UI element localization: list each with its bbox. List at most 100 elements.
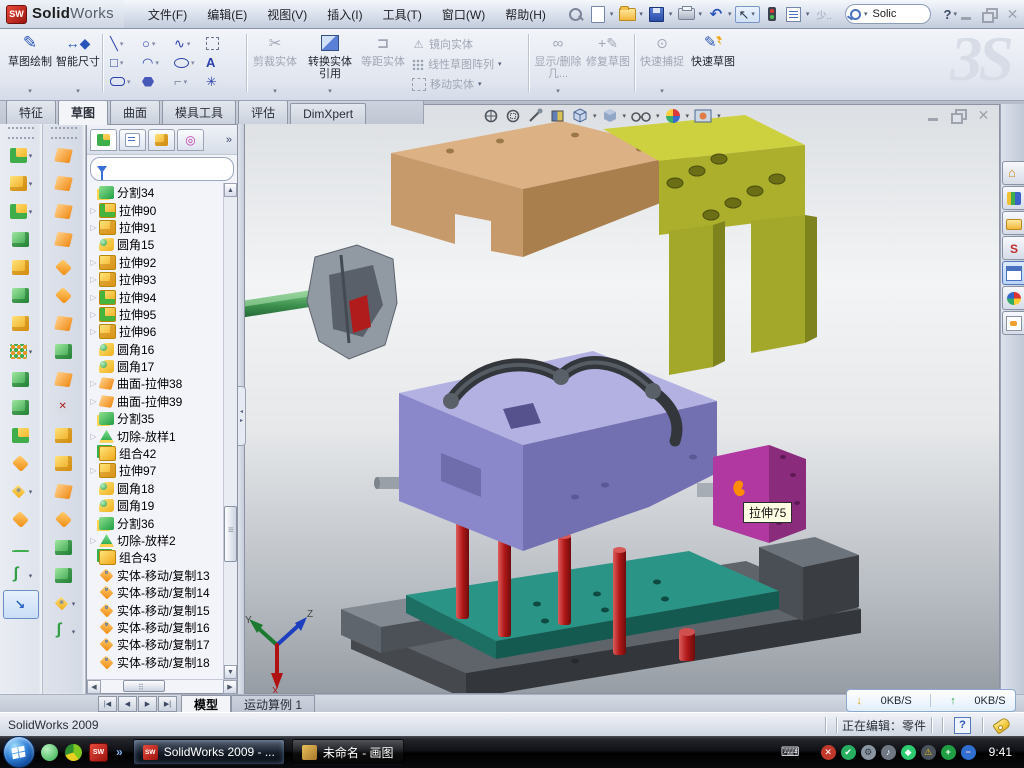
tree-item[interactable]: 圆角17: [87, 358, 223, 375]
taskbar-task-button[interactable]: SW SolidWorks 2009 - ...: [133, 739, 285, 765]
expand-arrow-icon[interactable]: ▷: [89, 223, 98, 232]
new-document-button[interactable]: [588, 4, 608, 24]
task-pane-tab[interactable]: [1002, 236, 1024, 260]
polygon-tool[interactable]: [140, 72, 172, 91]
rectangle-tool[interactable]: □▾: [108, 53, 140, 72]
tree-item[interactable]: 实体-移动/复制18: [87, 654, 223, 671]
arc-tool[interactable]: ◠▾: [140, 53, 172, 72]
expand-arrow-icon[interactable]: ▷: [89, 206, 98, 215]
search-dropdown-icon[interactable]: ▾: [864, 10, 868, 18]
tab-nav-button[interactable]: ▶: [138, 696, 157, 712]
display-delete-relations-button[interactable]: ∞ 显示/删除几...▾: [534, 31, 582, 95]
surface-toolbar-button[interactable]: [47, 450, 81, 477]
slot-tool[interactable]: ▾: [108, 72, 140, 91]
quick-launch-overflow-chevron[interactable]: »: [116, 745, 123, 759]
horizontal-scroll-thumb[interactable]: [123, 680, 165, 692]
new-dropdown-icon[interactable]: ▾: [610, 10, 614, 18]
graphics-viewport[interactable]: Y Z X ▾ ▾ ▾ ▾ ▾ ✕ 拉伸75: [244, 104, 1000, 694]
tray-icon[interactable]: ♪: [881, 745, 896, 760]
minimize-icon[interactable]: [959, 8, 974, 21]
expand-arrow-icon[interactable]: ▷: [89, 432, 98, 441]
surface-toolbar-button[interactable]: [47, 282, 81, 309]
expand-arrow-icon[interactable]: ▷: [89, 310, 98, 319]
rapid-sketch-button[interactable]: 快速草图: [690, 31, 736, 95]
tray-icon[interactable]: −: [961, 745, 976, 760]
surface-toolbar-button[interactable]: [47, 254, 81, 281]
tree-item[interactable]: 组合43: [87, 549, 223, 566]
task-pane-tab[interactable]: [1002, 311, 1024, 335]
feature-toolbar-button[interactable]: ▾: [4, 142, 38, 169]
menu-item[interactable]: 文件(F): [138, 1, 197, 28]
tree-item[interactable]: 圆角19: [87, 497, 223, 514]
command-tab[interactable]: 模具工具: [162, 100, 236, 124]
help-button[interactable]: ?: [943, 7, 951, 22]
trim-entities-button[interactable]: ✂ 剪裁实体▾: [252, 31, 298, 95]
search-input[interactable]: Solic: [872, 8, 922, 20]
feature-toolbar-button[interactable]: [4, 534, 38, 561]
surface-toolbar-button[interactable]: [47, 422, 81, 449]
surface-toolbar-button[interactable]: [47, 338, 81, 365]
sketch-button[interactable]: ✎ 草图绘制▾: [8, 31, 52, 95]
tree-item[interactable]: ▷ 拉伸96: [87, 323, 223, 340]
document-tab[interactable]: 运动算例 1: [231, 695, 315, 713]
tree-item[interactable]: ▷ 切除-放样2: [87, 532, 223, 549]
edit-appearance-icon[interactable]: [664, 107, 682, 125]
tree-item[interactable]: 分割36: [87, 514, 223, 531]
task-pane-tab[interactable]: [1002, 161, 1024, 185]
select-tool-button[interactable]: ↖▾: [735, 6, 759, 23]
menu-item[interactable]: 帮助(H): [495, 1, 556, 28]
tray-icon[interactable]: ✔: [841, 745, 856, 760]
quick-launch-icon[interactable]: SW: [89, 743, 108, 762]
feature-toolbar-button[interactable]: ▾: [4, 478, 38, 505]
open-dropdown-icon[interactable]: ▾: [639, 10, 643, 18]
quick-snaps-button[interactable]: ⊙ 快速捕捉▾: [640, 31, 684, 95]
save-button[interactable]: [647, 4, 667, 24]
command-tab[interactable]: 评估: [238, 100, 288, 124]
surface-toolbar-button[interactable]: [47, 142, 81, 169]
tab-configuration-manager[interactable]: [148, 129, 175, 151]
panel-splitter[interactable]: ◂▸: [238, 124, 244, 694]
feature-toolbar-button[interactable]: [4, 450, 38, 477]
ellipse-tool[interactable]: ▾: [172, 53, 204, 72]
tab-nav-button[interactable]: |◀: [98, 696, 117, 712]
expand-arrow-icon[interactable]: ▷: [89, 293, 98, 302]
scroll-up-icon[interactable]: ▲: [224, 183, 237, 197]
undo-dropdown-icon[interactable]: ▾: [728, 10, 732, 18]
surface-toolbar-button[interactable]: [47, 310, 81, 337]
tree-item[interactable]: ▷ 拉伸90: [87, 201, 223, 218]
tree-item[interactable]: ▷ 拉伸91: [87, 219, 223, 236]
apply-scene-icon[interactable]: [693, 107, 713, 125]
tray-icon[interactable]: +: [941, 745, 956, 760]
scroll-right-icon[interactable]: ▶: [223, 680, 237, 694]
save-dropdown-icon[interactable]: ▾: [669, 10, 673, 18]
menu-item[interactable]: 编辑(E): [197, 1, 257, 28]
print-dropdown-icon[interactable]: ▾: [698, 10, 702, 18]
surface-toolbar-button[interactable]: ▾: [47, 590, 81, 617]
tree-item[interactable]: 组合42: [87, 445, 223, 462]
quick-launch-icon[interactable]: [41, 744, 58, 761]
toolbar-grip[interactable]: [51, 127, 77, 139]
expand-arrow-icon[interactable]: ▷: [89, 258, 98, 267]
spline-tool[interactable]: ∿▾: [172, 34, 204, 53]
surface-toolbar-button[interactable]: [47, 478, 81, 505]
tree-item[interactable]: 圆角15: [87, 236, 223, 253]
surface-toolbar-button[interactable]: [47, 534, 81, 561]
smart-dimension-button[interactable]: ↔◆ 智能尺寸▾: [56, 31, 100, 95]
start-button[interactable]: [3, 736, 35, 768]
task-pane-tab[interactable]: [1002, 186, 1024, 210]
taskbar-task-button[interactable]: 未命名 - 画图: [292, 739, 404, 765]
convert-entities-button[interactable]: 转换实体引用▾: [304, 31, 356, 95]
scroll-down-icon[interactable]: ▼: [224, 665, 237, 679]
close-icon[interactable]: ✕: [1005, 8, 1020, 21]
tree-item[interactable]: ▷ 曲面-拉伸39: [87, 393, 223, 410]
hide-show-items-icon[interactable]: [630, 107, 652, 125]
feature-toolbar-button[interactable]: [4, 310, 38, 337]
print-button[interactable]: [676, 4, 696, 24]
command-tab[interactable]: 特征: [6, 100, 56, 124]
tree-item[interactable]: ▷ 拉伸93: [87, 271, 223, 288]
menu-item[interactable]: 窗口(W): [432, 1, 495, 28]
keyboard-layout-icon[interactable]: ⌨: [781, 744, 800, 760]
tag-icon[interactable]: [992, 716, 1011, 734]
repair-sketch-button[interactable]: +✎ 修复草图: [586, 31, 630, 95]
model-insert-block-magenta[interactable]: [713, 445, 806, 543]
